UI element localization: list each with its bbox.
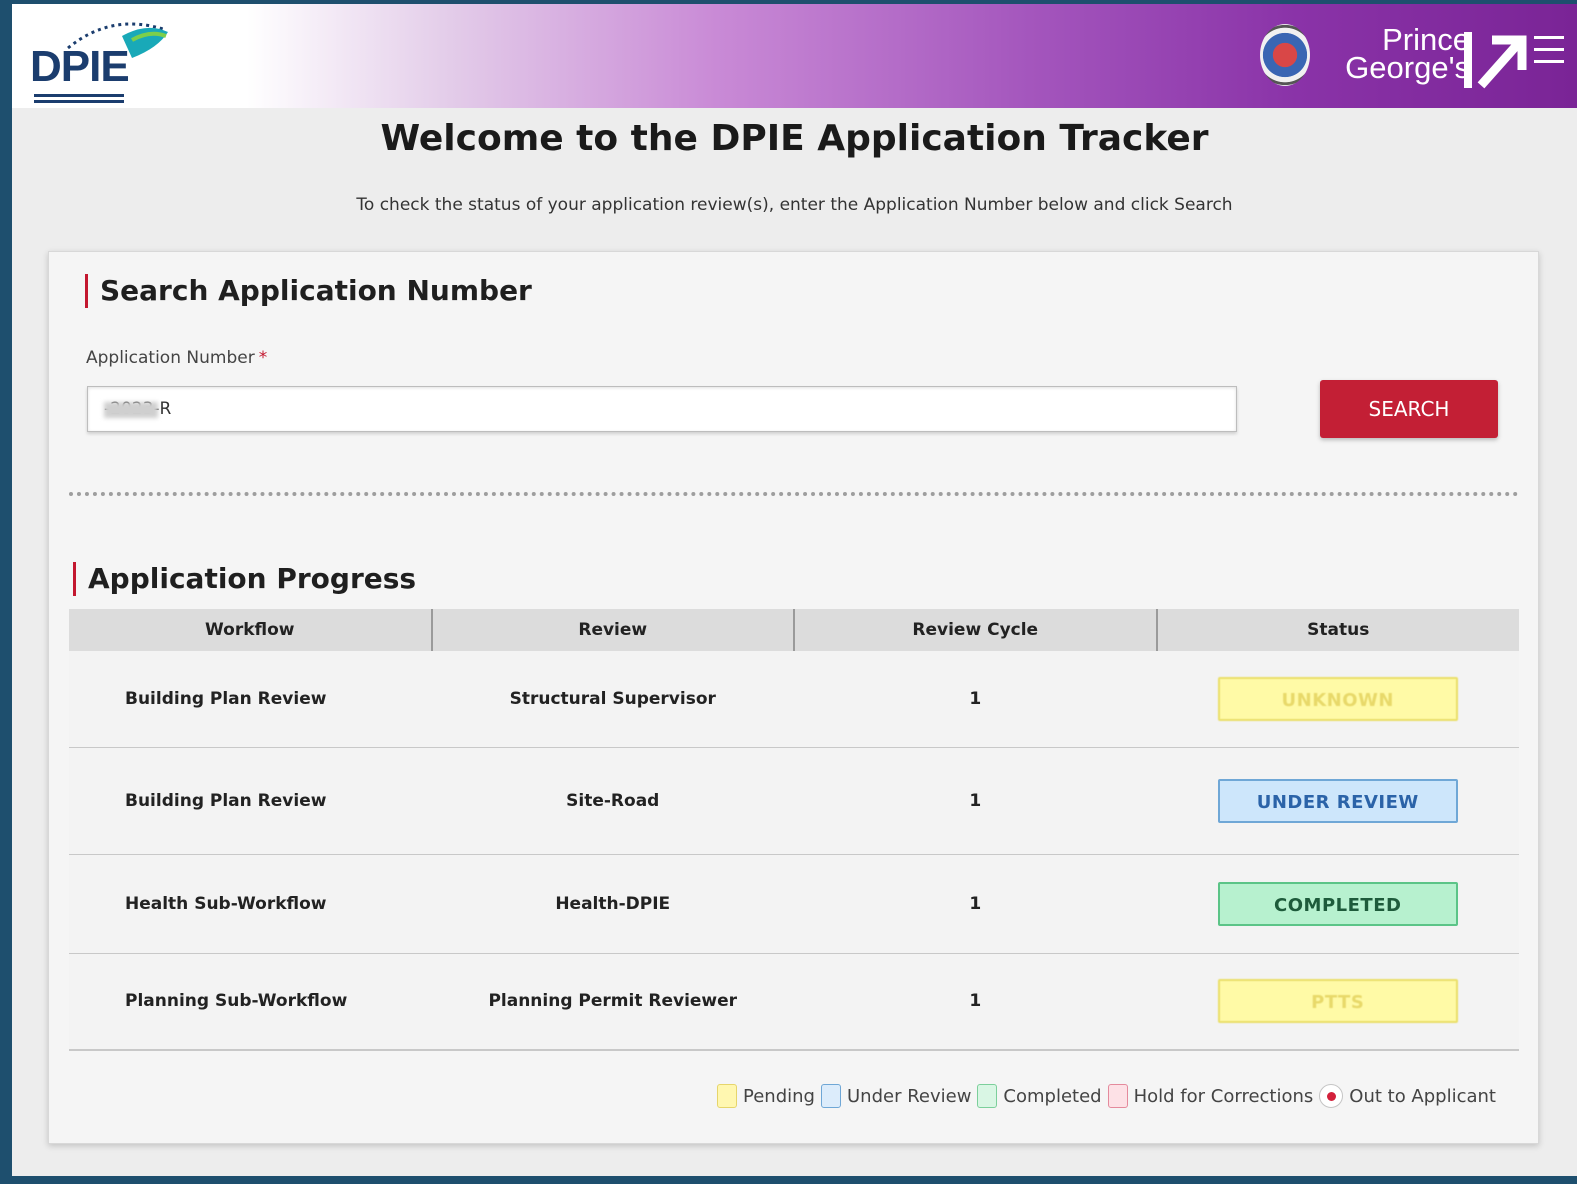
workflow-cell: Building Plan Review	[125, 790, 327, 811]
out-to-applicant-radio-icon	[1319, 1084, 1344, 1108]
site-header: DPIE Prince George's	[12, 4, 1577, 108]
review-cell: Structural Supervisor	[509, 688, 716, 709]
workflow-cell: Health Sub-Workflow	[125, 893, 327, 914]
table-header-row: Workflow Review Review Cycle Status	[69, 609, 1519, 651]
county-seal-icon	[1260, 24, 1310, 86]
application-number-label: Application Number *	[86, 348, 267, 368]
required-mark: *	[258, 348, 268, 368]
progress-table: Workflow Review Review Cycle Status Buil…	[69, 609, 1519, 1051]
status-badge: COMPLETED	[1217, 881, 1458, 926]
page-title: Welcome to the DPIE Application Tracker	[380, 118, 1209, 159]
county-logo-bar	[1464, 32, 1472, 88]
status-cell: COMPLETED	[1157, 854, 1520, 953]
application-number-label-text: Application Number	[86, 348, 255, 368]
completed-swatch-icon	[977, 1084, 998, 1108]
section-divider	[69, 492, 1519, 496]
search-section-title: Search Application Number	[85, 274, 532, 308]
column-header-review-cycle: Review Cycle	[794, 609, 1158, 651]
county-logo-line: George's	[1345, 50, 1470, 85]
arrow-up-right-icon	[1477, 35, 1527, 89]
status-badge: PTTS	[1217, 979, 1458, 1024]
radio-dot-icon	[1326, 1091, 1336, 1101]
status-cell: UNDER REVIEW	[1157, 747, 1520, 854]
cycle-cell: 1	[969, 688, 982, 709]
status-legend: Pending Under Review Completed Hold for …	[717, 1084, 1502, 1108]
hold-swatch-icon	[1107, 1084, 1128, 1108]
status-cell: PTTS	[1157, 953, 1520, 1050]
county-tagline	[1534, 36, 1570, 72]
review-cell: Planning Permit Reviewer	[488, 991, 738, 1012]
legend-label-pending: Pending	[743, 1085, 815, 1107]
column-header-workflow: Workflow	[69, 609, 433, 651]
legend-label-completed: Completed	[1003, 1085, 1102, 1107]
legend-label-hold: Hold for Corrections	[1133, 1085, 1314, 1107]
dpie-logo-subline	[34, 100, 124, 103]
prince-georges-logo[interactable]: Prince George's	[1258, 18, 1574, 98]
under-review-swatch-icon	[820, 1084, 841, 1108]
app-frame: DPIE Prince George's Welcome to the DPIE…	[12, 4, 1577, 1176]
column-header-review: Review	[431, 609, 795, 651]
tagline-line	[1534, 60, 1564, 63]
column-header-status: Status	[1156, 609, 1519, 651]
cycle-cell: 1	[969, 893, 982, 914]
search-button[interactable]: SEARCH	[1320, 380, 1498, 438]
page-subtitle: To check the status of your application …	[356, 195, 1233, 215]
county-logo-text: Prince George's	[1320, 24, 1470, 85]
tagline-line	[1534, 48, 1564, 51]
table-row: Building Plan Review Site-Road 1 UNDER R…	[69, 747, 1519, 854]
dpie-logo[interactable]: DPIE	[26, 18, 168, 104]
redacted-prefix	[104, 402, 158, 418]
dpie-logo-text: DPIE	[30, 42, 130, 91]
progress-section-title: Application Progress	[73, 562, 416, 596]
cycle-cell: 1	[969, 790, 982, 811]
review-cell: Health-DPIE	[555, 893, 671, 914]
pending-swatch-icon	[717, 1084, 738, 1108]
legend-label-under-review: Under Review	[846, 1085, 972, 1107]
review-cell: Site-Road	[566, 790, 660, 811]
table-row: Building Plan Review Structural Supervis…	[69, 651, 1519, 747]
status-cell: UNKNOWN	[1157, 651, 1520, 747]
progress-table-wrapper: Workflow Review Review Cycle Status Buil…	[69, 609, 1519, 1051]
table-row: Health Sub-Workflow Health-DPIE 1 COMPLE…	[69, 854, 1519, 953]
dpie-logo-subline	[34, 94, 124, 97]
workflow-cell: Building Plan Review	[125, 688, 327, 709]
application-number-input[interactable]	[87, 386, 1237, 432]
status-badge: UNDER REVIEW	[1217, 778, 1458, 823]
tagline-line	[1534, 36, 1564, 39]
legend-label-out-to-applicant: Out to Applicant	[1349, 1085, 1496, 1107]
status-badge: UNKNOWN	[1217, 676, 1458, 721]
workflow-cell: Planning Sub-Workflow	[125, 991, 348, 1012]
cycle-cell: 1	[969, 991, 982, 1012]
table-row: Planning Sub-Workflow Planning Permit Re…	[69, 953, 1519, 1050]
tracker-card: Search Application Number Application Nu…	[48, 251, 1539, 1144]
